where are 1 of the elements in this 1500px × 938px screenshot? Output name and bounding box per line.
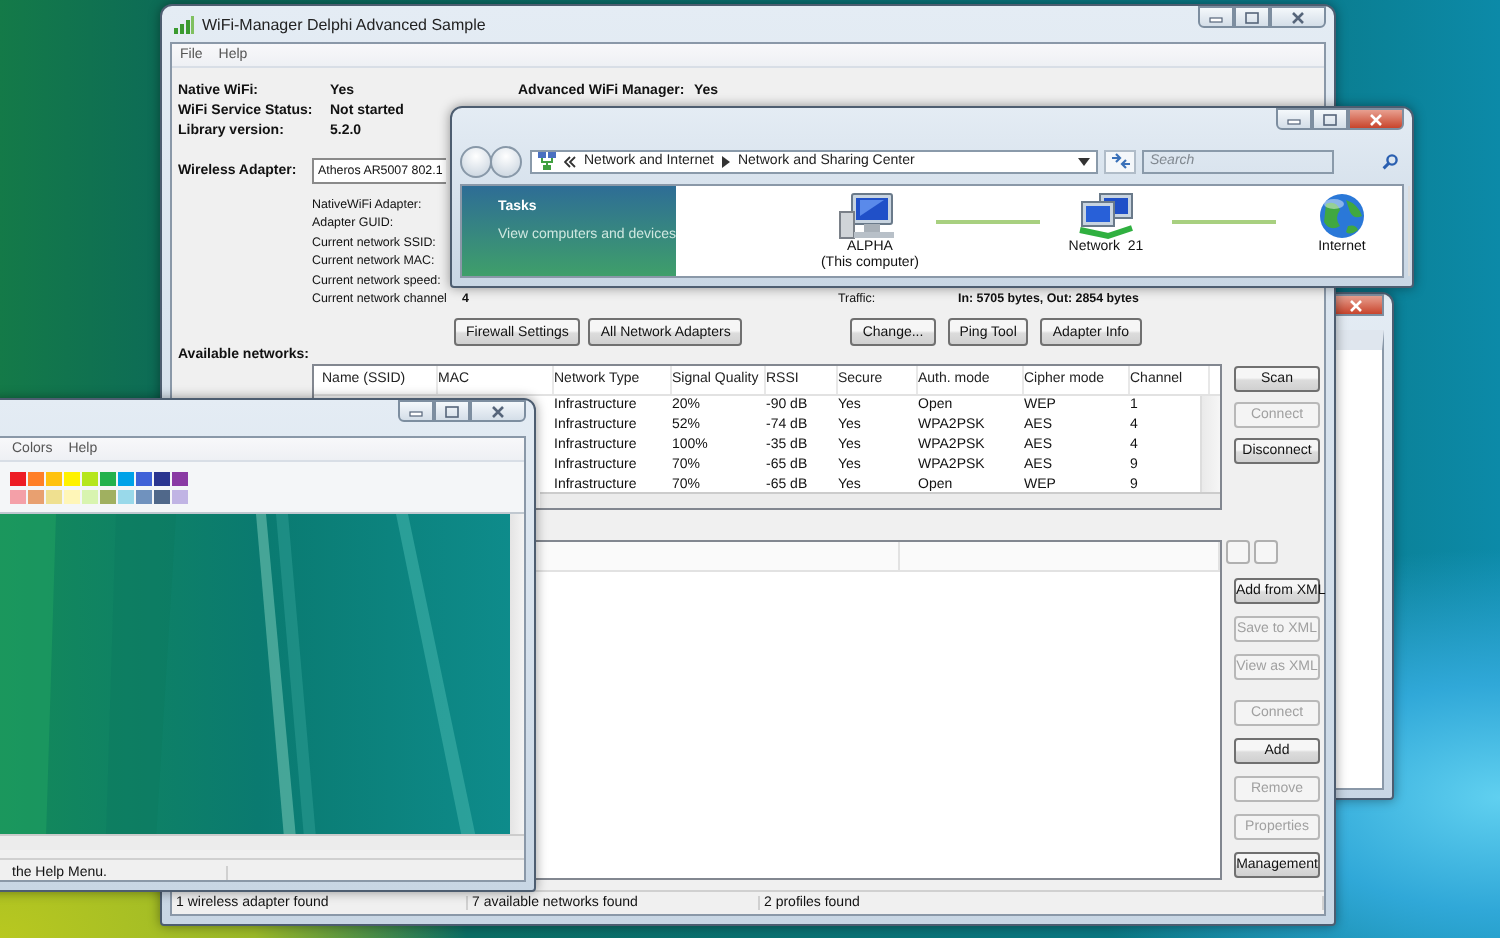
window-title: WiFi-Manager Delphi Advanced Sample [202,15,486,33]
